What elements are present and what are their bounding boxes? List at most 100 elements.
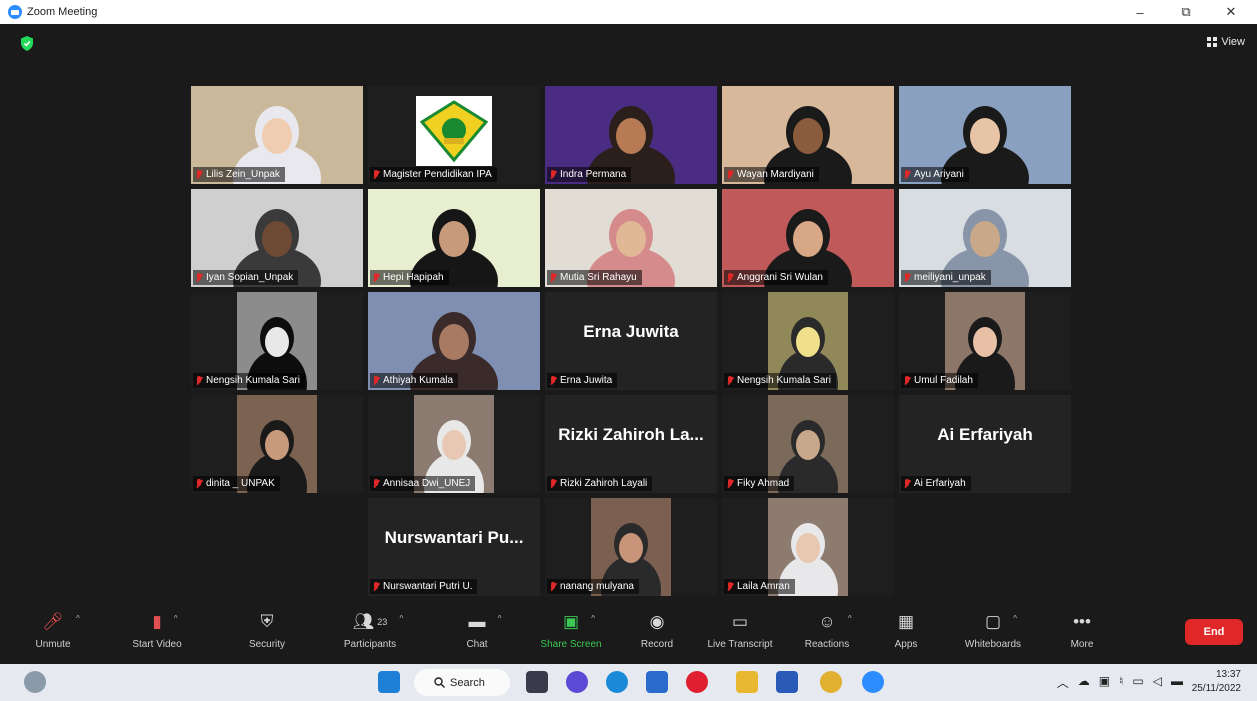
toolbar-share-screen-button[interactable]: ▣ ^ Share Screen — [531, 610, 611, 658]
participant-tile[interactable]: Indra Permana — [545, 86, 717, 184]
microphone-icon: ♮ — [1119, 674, 1124, 688]
taskbar-clock[interactable]: 13:37 25/11/2022 — [1192, 668, 1241, 696]
mic-muted-icon — [727, 272, 733, 283]
mic-muted-icon — [550, 272, 556, 283]
toolbar-cc-button[interactable]: ▭ Live Transcript — [700, 610, 780, 658]
windows-taskbar: Search ︿ ☁ ▣ ♮ ▭ ◁ ▬ 13:37 25/11/2022 — [0, 664, 1257, 701]
teams-chat-icon[interactable] — [566, 671, 588, 693]
caret-up-icon[interactable]: ^ — [174, 614, 178, 623]
participant-tile[interactable]: Nurswantari Pu... Nurswantari Putri U. — [368, 498, 540, 596]
toolbar-button-label: Security — [248, 639, 286, 650]
toolbar-chat-button[interactable]: ▬ ^ Chat — [437, 610, 517, 658]
participant-tile[interactable]: Mutia Sri Rahayu — [545, 189, 717, 287]
taskbar-search[interactable]: Search — [414, 669, 510, 696]
chevron-up-icon[interactable]: ︿ — [1057, 674, 1069, 691]
window-title: Zoom Meeting — [27, 6, 98, 18]
participant-tile[interactable]: Umul Fadilah — [899, 292, 1071, 390]
clock-time: 13:37 — [1215, 669, 1241, 680]
windows-start-icon[interactable] — [378, 671, 400, 693]
toolbar-button-label: Apps — [894, 639, 918, 650]
participant-tile[interactable]: Nengsih Kumala Sari — [722, 292, 894, 390]
meeting-area: View Lilis Zein_Unpak Magister Pendidika… — [0, 24, 1257, 664]
participant-tile[interactable]: Anggrani Sri Wulan — [722, 189, 894, 287]
toolbar-apps-button[interactable]: ▦ Apps — [866, 610, 946, 658]
gallery-grid: Lilis Zein_Unpak Magister Pendidikan IPA… — [191, 86, 1075, 598]
mail-icon[interactable] — [646, 671, 668, 693]
encryption-shield-icon[interactable] — [20, 36, 34, 51]
opera-icon[interactable] — [686, 671, 708, 693]
participant-tile[interactable]: Magister Pendidikan IPA — [368, 86, 540, 184]
participant-display-name: Erna Juwita — [583, 322, 679, 341]
close-button[interactable]: ✕ — [1208, 0, 1254, 24]
toolbar-more-button[interactable]: ••• More — [1042, 610, 1122, 658]
toolbar-button-label: Participants — [343, 639, 397, 650]
participant-tile[interactable]: meiliyani_unpak — [899, 189, 1071, 287]
zoom-taskbar-icon[interactable] — [862, 671, 884, 693]
cloud-icon: ☁ — [1077, 674, 1090, 688]
participant-tile[interactable]: Hepi Hapipah — [368, 189, 540, 287]
participant-name-label: dinita _ UNPAK — [193, 476, 280, 491]
participant-tile[interactable]: Athiyah Kumala — [368, 292, 540, 390]
caret-up-icon[interactable]: ^ — [1013, 614, 1017, 623]
participant-tile[interactable]: Fiky Ahmad — [722, 395, 894, 493]
mic-muted-icon — [373, 478, 379, 489]
shield-icon: ⛨ — [260, 612, 274, 631]
restore-button[interactable]: ⧉ — [1163, 0, 1209, 24]
mic-muted-icon — [904, 375, 910, 386]
participant-tile[interactable]: Lilis Zein_Unpak — [191, 86, 363, 184]
toolbar-record-button[interactable]: ◉ Record — [617, 610, 697, 658]
participant-tile[interactable]: Laila Amran — [722, 498, 894, 596]
caret-up-icon[interactable]: ^ — [76, 614, 80, 623]
participant-name-label: Fiky Ahmad — [724, 476, 795, 491]
participant-tile[interactable]: Nengsih Kumala Sari — [191, 292, 363, 390]
toolbar-button-label: Whiteboards — [964, 639, 1022, 650]
search-label: Search — [450, 676, 485, 689]
toolbar-whiteboard-button[interactable]: ▢ ^ Whiteboards — [953, 610, 1033, 658]
participant-name-label: Magister Pendidikan IPA — [370, 167, 497, 182]
toolbar-mic-muted-button[interactable]: 🎤︎ ^ Unmute — [13, 610, 93, 658]
mic-muted-icon — [550, 478, 556, 489]
mic-muted-icon — [196, 169, 202, 180]
system-tray[interactable]: ︿ ☁ ▣ ♮ ▭ ◁ ▬ — [1057, 674, 1183, 691]
caret-up-icon[interactable]: ^ — [591, 614, 595, 623]
view-button[interactable]: View — [1207, 36, 1245, 48]
participant-name: Laila Amran — [737, 581, 790, 592]
participant-tile[interactable]: dinita _ UNPAK — [191, 395, 363, 493]
end-meeting-button[interactable]: End — [1185, 619, 1243, 645]
chat-icon: ▬ ^ — [468, 612, 502, 631]
caret-up-icon[interactable]: ^ — [400, 614, 404, 623]
participant-name-label: Laila Amran — [724, 579, 795, 594]
mic-muted-icon — [904, 478, 910, 489]
participant-name-label: Nurswantari Putri U. — [370, 579, 478, 594]
participant-name: Indra Permana — [560, 169, 627, 180]
toolbar-reactions-button[interactable]: ☺ ^ Reactions — [787, 610, 867, 658]
participant-tile[interactable]: Ai Erfariyah Ai Erfariyah — [899, 395, 1071, 493]
toolbar-participants-button[interactable]: 👥︎ 23 ^ Participants — [330, 610, 410, 658]
weather-icon[interactable] — [24, 671, 46, 693]
participant-tile[interactable]: Erna Juwita Erna Juwita — [545, 292, 717, 390]
task-view-icon[interactable] — [526, 671, 548, 693]
file-explorer-icon[interactable] — [736, 671, 758, 693]
participant-name-label: Nengsih Kumala Sari — [724, 373, 836, 388]
minimize-button[interactable]: – — [1117, 0, 1163, 24]
word-icon[interactable] — [776, 671, 798, 693]
participant-tile[interactable]: nanang mulyana — [545, 498, 717, 596]
participant-tile[interactable]: Rizki Zahiroh La... Rizki Zahiroh Layali — [545, 395, 717, 493]
participant-name-label: Anggrani Sri Wulan — [724, 270, 828, 285]
mic-muted-icon — [196, 375, 202, 386]
participant-tile[interactable]: Ayu Ariyani — [899, 86, 1071, 184]
caret-up-icon[interactable]: ^ — [848, 614, 852, 623]
participant-tile[interactable]: Wayan Mardiyani — [722, 86, 894, 184]
video-off-icon: ▮ ^ — [152, 612, 178, 631]
toolbar-shield-button[interactable]: ⛨ Security — [227, 610, 307, 658]
participant-tile[interactable]: Annisaa Dwi_UNEJ — [368, 395, 540, 493]
battery-icon: ▬ — [1171, 674, 1183, 688]
participant-tile[interactable]: Iyan Sopian_Unpak — [191, 189, 363, 287]
edge-icon[interactable] — [606, 671, 628, 693]
toolbar-video-off-button[interactable]: ▮ ^ Start Video — [117, 610, 197, 658]
caret-up-icon[interactable]: ^ — [498, 614, 502, 623]
participant-name-label: Rizki Zahiroh Layali — [547, 476, 653, 491]
chrome-icon[interactable] — [820, 671, 842, 693]
toolbar-button-label: Chat — [466, 639, 488, 650]
participant-name-label: Wayan Mardiyani — [724, 167, 819, 182]
